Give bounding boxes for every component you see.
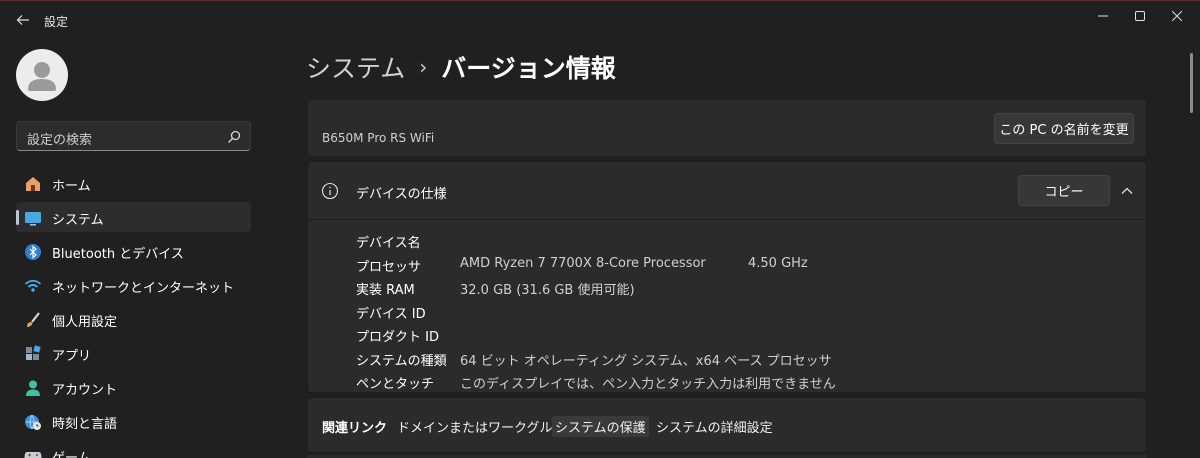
breadcrumb-separator: › — [419, 55, 428, 79]
bluetooth-icon — [24, 243, 42, 261]
back-button[interactable] — [12, 9, 34, 31]
device-model-text: B650M Pro RS WiFi — [322, 131, 435, 145]
device-spec-title: デバイスの仕様 — [356, 187, 447, 202]
rename-pc-button[interactable]: この PC の名前を変更 — [994, 113, 1134, 144]
user-avatar[interactable] — [16, 49, 68, 101]
sidebar-item-accounts[interactable]: アカウント — [16, 372, 251, 402]
sidebar-item-label: 時刻と言語 — [52, 417, 118, 432]
user-silhouette-icon — [28, 62, 56, 91]
minimize-icon — [1098, 15, 1108, 17]
sidebar-item-label: アカウント — [52, 383, 118, 398]
gamepad-icon — [24, 447, 42, 458]
sidebar-item-label: システム — [52, 213, 104, 228]
spec-row-device-id: デバイス ID — [356, 299, 1126, 323]
active-indicator — [16, 210, 19, 225]
device-spec-card: デバイスの仕様 コピー デバイス名 プロセッサ AMD Ryzen 7 7700… — [307, 161, 1147, 393]
sidebar-item-gaming[interactable]: ゲーム — [16, 440, 251, 458]
spec-row-pen-touch: ペンとタッチ このディスプレイでは、ペン入力とタッチ入力は利用できません — [356, 369, 1126, 393]
spec-value[interactable]: このディスプレイでは、ペン入力とタッチ入力は利用できません — [460, 373, 836, 392]
close-icon — [1172, 11, 1182, 21]
title-bar: 設定 — [0, 1, 1200, 39]
spec-label: デバイス ID — [356, 306, 426, 322]
link-domain-workgroup[interactable]: ドメインまたはワークグループ — [397, 417, 578, 436]
maximize-icon — [1135, 11, 1145, 21]
device-spec-header[interactable]: デバイスの仕様 コピー — [308, 162, 1146, 219]
spec-row-product-id: プロダクト ID — [356, 322, 1126, 346]
related-links-title: 関連リンク — [322, 421, 388, 436]
sidebar-item-network[interactable]: ネットワークとインターネット — [16, 270, 251, 300]
spec-label: 実装 RAM — [356, 283, 415, 298]
system-monitor-icon — [24, 209, 42, 227]
device-spec-list: デバイス名 プロセッサ AMD Ryzen 7 7700X 8-Core Pro… — [356, 228, 1126, 393]
sidebar-item-label: アプリ — [52, 349, 92, 364]
spec-label: デバイス名 — [356, 236, 421, 251]
close-button[interactable] — [1154, 1, 1200, 31]
sidebar-item-label: Bluetooth とデバイス — [52, 247, 184, 262]
spec-label: プロダクト ID — [356, 330, 439, 345]
settings-search-box[interactable]: 設定の検索 — [16, 121, 251, 151]
account-icon — [24, 379, 42, 397]
search-placeholder: 設定の検索 — [27, 133, 93, 148]
apps-icon — [24, 345, 42, 363]
device-name-card: B650M Pro RS WiFi この PC の名前を変更 — [307, 99, 1147, 157]
spec-value[interactable]: 32.0 GB (31.6 GB 使用可能) — [460, 279, 635, 298]
breadcrumb-parent[interactable]: システム — [306, 49, 405, 85]
sidebar-item-system[interactable]: システム — [16, 202, 251, 232]
sidebar-item-personalization[interactable]: 個人用設定 — [16, 304, 251, 334]
spec-label: ペンとタッチ — [356, 377, 435, 392]
search-icon — [228, 130, 241, 143]
globe-clock-icon — [24, 413, 42, 431]
back-arrow-icon — [16, 15, 29, 25]
spec-label: システムの種類 — [356, 353, 447, 369]
app-title: 設定 — [44, 15, 69, 29]
spec-row-ram: 実装 RAM 32.0 GB (31.6 GB 使用可能) — [356, 275, 1126, 299]
sidebar-item-label: ゲーム — [52, 447, 91, 458]
processor-speed[interactable]: 4.50 GHz — [748, 256, 808, 271]
spec-value[interactable]: 64 ビット オペレーティング システム、x64 ベース プロセッサ — [460, 350, 832, 369]
related-links-card: 関連リンク ドメインまたはワークグループ システムの保護 システムの詳細設定 — [307, 397, 1147, 453]
sidebar-item-bluetooth[interactable]: Bluetooth とデバイス — [16, 236, 251, 266]
home-icon — [24, 175, 42, 193]
sidebar-item-label: 個人用設定 — [52, 315, 118, 330]
spec-label: プロセッサ — [356, 259, 422, 275]
breadcrumb: システム › バージョン情報 — [306, 49, 616, 85]
spec-row-device-name: デバイス名 — [356, 228, 1126, 252]
brush-icon — [24, 311, 42, 329]
sidebar-item-time-language[interactable]: 時刻と言語 — [16, 406, 251, 436]
sidebar-item-label: ネットワークとインターネット — [52, 281, 235, 296]
settings-window: 設定 設定の検索 ホーム システム Bluetooth とデバイス ネットワーク… — [0, 0, 1200, 458]
info-icon — [321, 182, 339, 200]
spec-value[interactable]: AMD Ryzen 7 7700X 8-Core Processor — [460, 256, 706, 271]
sidebar-item-apps[interactable]: アプリ — [16, 338, 251, 368]
divider — [308, 219, 1146, 220]
sidebar-item-home[interactable]: ホーム — [16, 168, 251, 198]
spec-row-system-type: システムの種類 64 ビット オペレーティング システム、x64 ベース プロセ… — [356, 346, 1126, 370]
copy-button[interactable]: コピー — [1018, 175, 1110, 206]
scrollbar[interactable] — [1190, 53, 1193, 113]
sidebar-nav: ホーム システム Bluetooth とデバイス ネットワークとインターネット … — [16, 168, 251, 458]
chevron-up-icon[interactable] — [1119, 183, 1135, 199]
wifi-icon — [24, 277, 42, 295]
link-system-protection[interactable]: システムの保護 — [552, 416, 649, 437]
link-advanced-system-settings[interactable]: システムの詳細設定 — [656, 417, 773, 436]
spec-row-processor: プロセッサ AMD Ryzen 7 7700X 8-Core Processor… — [356, 252, 1126, 276]
sidebar-item-label: ホーム — [52, 179, 91, 194]
page-title: バージョン情報 — [441, 54, 616, 83]
